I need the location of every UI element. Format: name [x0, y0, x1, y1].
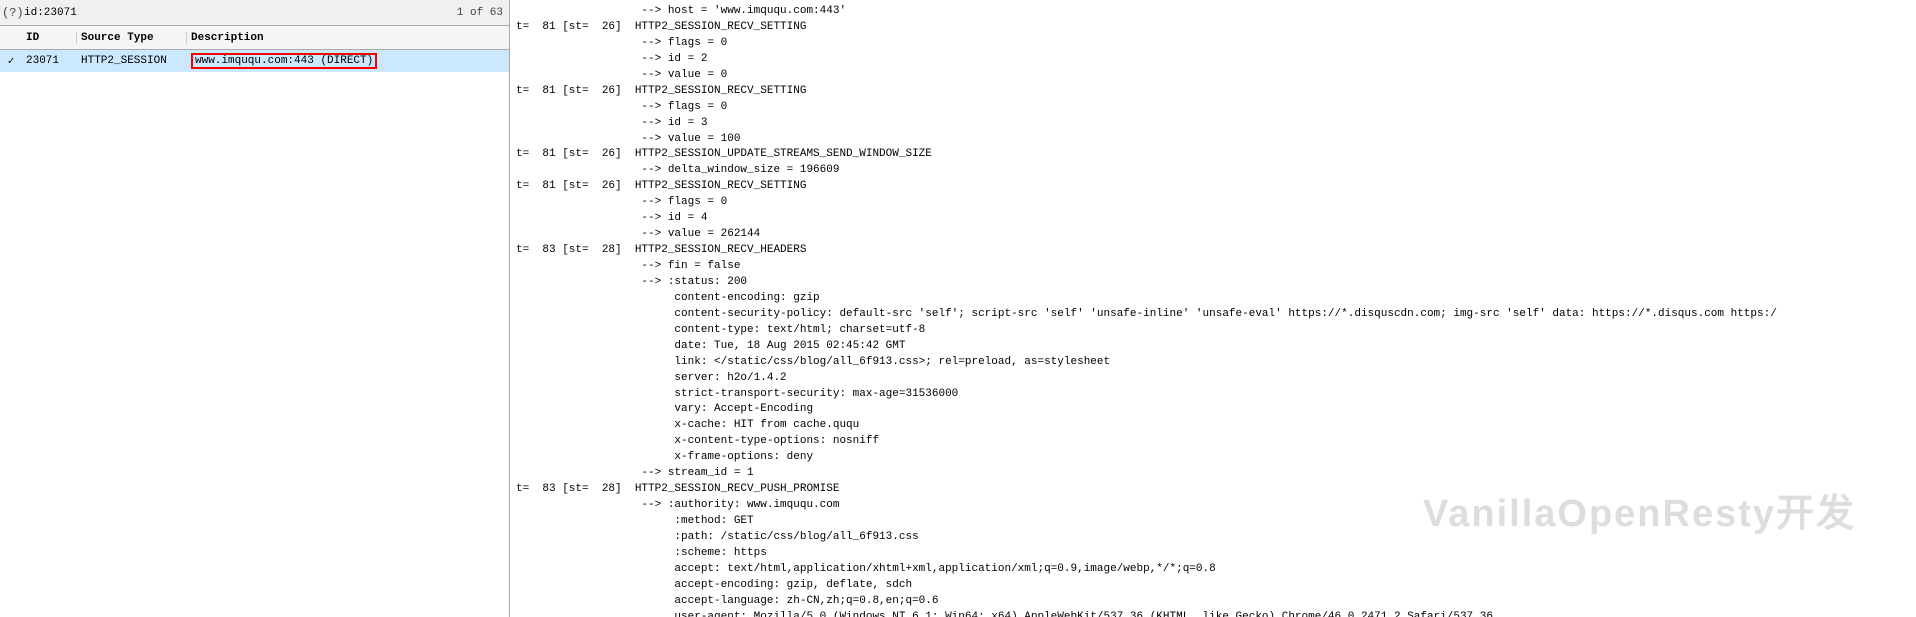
table-row[interactable]: ✓ 23071 HTTP2_SESSION www.imququ.com:443… — [0, 50, 509, 72]
log-line: t= 83 [st= 28] HTTP2_SESSION_RECV_PUSH_P… — [516, 482, 1910, 498]
filter-count: 1 of 63 — [457, 7, 509, 19]
log-line: --> value = 100 — [516, 132, 1910, 148]
log-line: content-type: text/html; charset=utf-8 — [516, 323, 1910, 339]
log-line: content-encoding: gzip — [516, 291, 1910, 307]
log-line: --> flags = 0 — [516, 100, 1910, 116]
log-line: --> value = 262144 — [516, 227, 1910, 243]
row-source-type: HTTP2_SESSION — [77, 55, 187, 67]
log-line: --> flags = 0 — [516, 195, 1910, 211]
log-line: :scheme: https — [516, 546, 1910, 562]
log-line: :path: /static/css/blog/all_6f913.css — [516, 530, 1910, 546]
log-line: --> host = 'www.imququ.com:443' — [516, 4, 1910, 20]
log-line: server: h2o/1.4.2 — [516, 371, 1910, 387]
log-line: user-agent: Mozilla/5.0 (Windows NT 6.1;… — [516, 610, 1910, 617]
filter-bar: (?) 1 of 63 — [0, 0, 509, 26]
log-line: --> value = 0 — [516, 68, 1910, 84]
filter-input[interactable] — [20, 5, 457, 21]
log-line: --> id = 2 — [516, 52, 1910, 68]
log-line: strict-transport-security: max-age=31536… — [516, 387, 1910, 403]
right-panel: --> host = 'www.imququ.com:443't= 81 [st… — [510, 0, 1916, 617]
log-line: date: Tue, 18 Aug 2015 02:45:42 GMT — [516, 339, 1910, 355]
log-line: --> flags = 0 — [516, 36, 1910, 52]
log-line: x-content-type-options: nosniff — [516, 434, 1910, 450]
row-description-value: www.imququ.com:443 (DIRECT) — [191, 53, 377, 69]
table-header: ID Source Type Description — [0, 26, 509, 50]
header-id: ID — [22, 32, 77, 44]
log-line: t= 81 [st= 26] HTTP2_SESSION_RECV_SETTIN… — [516, 179, 1910, 195]
log-line: link: </static/css/blog/all_6f913.css>; … — [516, 355, 1910, 371]
log-line: --> stream_id = 1 — [516, 466, 1910, 482]
log-line: t= 81 [st= 26] HTTP2_SESSION_RECV_SETTIN… — [516, 20, 1910, 36]
log-line: accept-encoding: gzip, deflate, sdch — [516, 578, 1910, 594]
log-line: t= 83 [st= 28] HTTP2_SESSION_RECV_HEADER… — [516, 243, 1910, 259]
log-line: t= 81 [st= 26] HTTP2_SESSION_UPDATE_STRE… — [516, 147, 1910, 163]
log-line: --> :authority: www.imququ.com — [516, 498, 1910, 514]
row-id: 23071 — [22, 55, 77, 67]
left-panel: (?) 1 of 63 ID Source Type Description ✓… — [0, 0, 510, 617]
log-line: vary: Accept-Encoding — [516, 402, 1910, 418]
log-line: accept: text/html,application/xhtml+xml,… — [516, 562, 1910, 578]
log-line: accept-language: zh-CN,zh;q=0.8,en;q=0.6 — [516, 594, 1910, 610]
log-line: --> delta_window_size = 196609 — [516, 163, 1910, 179]
filter-icon: (?) — [0, 6, 20, 20]
log-line: x-frame-options: deny — [516, 450, 1910, 466]
log-content: --> host = 'www.imququ.com:443't= 81 [st… — [516, 4, 1910, 617]
log-line: --> :status: 200 — [516, 275, 1910, 291]
log-line: content-security-policy: default-src 'se… — [516, 307, 1910, 323]
log-line: :method: GET — [516, 514, 1910, 530]
log-line: t= 81 [st= 26] HTTP2_SESSION_RECV_SETTIN… — [516, 84, 1910, 100]
header-description: Description — [187, 32, 509, 44]
log-line: --> fin = false — [516, 259, 1910, 275]
row-description: www.imququ.com:443 (DIRECT) — [187, 53, 509, 69]
header-source-type: Source Type — [77, 32, 187, 44]
log-line: x-cache: HIT from cache.ququ — [516, 418, 1910, 434]
log-line: --> id = 3 — [516, 116, 1910, 132]
row-check[interactable]: ✓ — [0, 54, 22, 68]
log-line: --> id = 4 — [516, 211, 1910, 227]
